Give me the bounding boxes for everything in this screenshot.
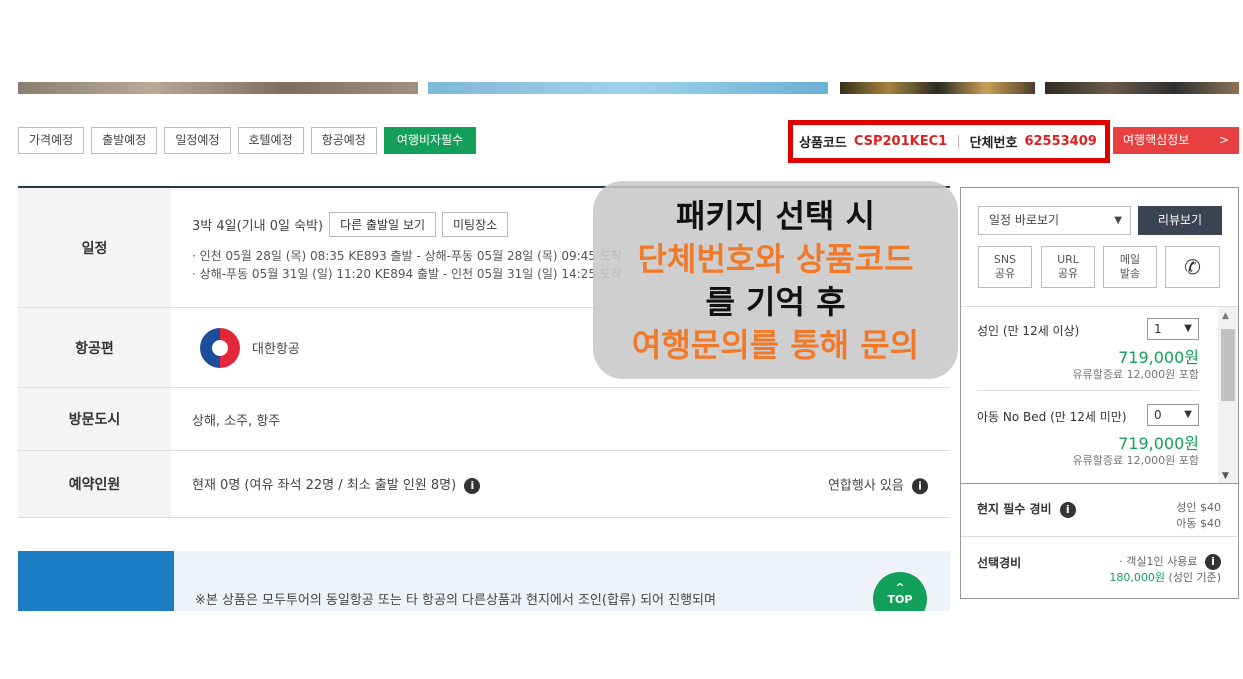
product-code-label: 상품코드 [799,136,847,151]
gallery-image[interactable] [18,82,418,94]
gallery-image[interactable] [840,82,1035,94]
joint-tour-note: 연합행사 있음 [827,478,904,494]
tab-visa-required[interactable]: 여행비자필수 [383,127,477,154]
booking-cell: 현재 0명 (여유 좌석 22명 / 최소 출발 인원 8명) i 연합행사 있… [171,451,950,517]
chevron-right-icon: > [1218,133,1229,147]
chevron-down-icon: ▼ [1184,323,1192,334]
notice-accent [18,551,174,611]
email-send-button[interactable]: 메일 발송 [1103,246,1157,288]
local-fee-label: 현지 필수 경비 [977,502,1052,516]
divider [977,390,1199,391]
info-icon[interactable]: i [912,477,928,494]
share-label: 공유 [1057,267,1079,280]
share-label: SNS [993,253,1017,266]
adult-label: 성인 (만 12세 이상) [977,324,1080,338]
schedule-select-value: 일정 바로보기 [989,213,1060,227]
child-price: 719,000원 [1118,434,1199,453]
cities-cell: 상해, 소주, 항주 [171,388,950,450]
share-label: 발송 [1119,267,1141,280]
scrollbar[interactable]: ▲ ▼ [1218,307,1238,483]
tab-price[interactable]: 가격예정 [18,127,85,154]
overlay-line: 패키지 선택 시 [676,197,875,235]
chevron-down-icon: ▼ [1114,215,1122,226]
child-label: 아동 No Bed (만 12세 미만) [977,410,1127,424]
adult-price: 719,000원 [1118,348,1199,367]
chevron-down-icon: ▼ [1184,409,1192,420]
trip-duration: 3박 4일(기내 0일 숙박) [192,219,324,234]
adult-qty-value: 1 [1154,322,1162,336]
scroll-up-icon[interactable]: ▲ [1222,311,1229,321]
child-qty-select[interactable]: 0 ▼ [1147,404,1199,426]
korean-air-logo [200,327,240,368]
adult-fuel-surcharge: 유류할증료 12,000원 포함 [1072,368,1199,381]
airline-name: 대한항공 [252,342,300,357]
info-icon[interactable]: i [464,477,481,494]
optional-fee-desc: · 객실1인 사용료 [1119,555,1198,568]
url-share-button[interactable]: URL 공유 [1041,246,1095,288]
phone-button[interactable]: ✆ [1165,246,1220,288]
meeting-place-button[interactable]: 미팅장소 [442,212,509,237]
divider [961,536,1238,537]
child-fuel-surcharge: 유류할증료 12,000원 포함 [1072,454,1199,467]
info-icon[interactable]: i [1205,554,1221,570]
annotation-overlay: 패키지 선택 시 단체번호와 상품코드 를 기억 후 여행문의를 통해 문의 [593,181,958,379]
notice-banner: ※본 상품은 모두투어의 동일항공 또는 타 항공의 다른상품과 현지에서 조인… [18,551,950,611]
notice-text: ※본 상품은 모두투어의 동일항공 또는 타 항공의 다른상품과 현지에서 조인… [195,593,716,608]
share-label: URL [1057,253,1079,266]
scrollbar-thumb[interactable] [1221,329,1235,401]
schedule-header: 일정 [18,188,171,307]
share-label: 공유 [994,267,1016,280]
share-label: 메일 [1119,253,1141,266]
gallery-image[interactable] [1045,82,1239,94]
overlay-line: 여행문의를 통해 문의 [631,326,920,364]
adult-qty-select[interactable]: 1 ▼ [1147,318,1199,340]
overlay-line: 단체번호와 상품코드 [637,240,914,278]
sns-share-button[interactable]: SNS 공유 [978,246,1032,288]
info-icon[interactable]: i [1059,501,1076,518]
child-qty-value: 0 [1154,408,1162,422]
tab-hotel[interactable]: 호텔예정 [237,127,304,154]
cities-header: 방문도시 [18,388,171,450]
product-code-value: CSP201KEC1 [853,134,948,149]
page: 가격예정 출발예정 일정예정 호텔예정 항공예정 여행비자필수 상품코드 CSP… [0,0,1243,679]
cities-value: 상해, 소주, 항주 [192,413,281,429]
top-label: TOP [887,593,913,606]
tab-flight[interactable]: 항공예정 [310,127,377,154]
phone-icon: ✆ [1184,255,1201,279]
table-row: 예약인원 현재 0명 (여유 좌석 22명 / 최소 출발 인원 8명) i 연… [18,451,950,518]
booking-side-panel: 일정 바로보기 ▼ 리뷰보기 SNS 공유 URL 공유 메일 발송 ✆ 성인 … [960,187,1239,599]
review-button[interactable]: 리뷰보기 [1138,206,1222,235]
booking-header: 예약인원 [18,451,171,517]
gallery-strip [18,82,1239,94]
optional-fee-note: (성인 기준) [1168,571,1221,584]
divider: | [956,134,961,149]
scroll-down-icon[interactable]: ▼ [1222,471,1229,481]
table-row: 방문도시 상해, 소주, 항주 [18,388,950,451]
product-code-box: 상품코드 CSP201KEC1 | 단체번호 62553409 [788,120,1110,163]
flight-header: 항공편 [18,308,171,387]
tab-itinerary[interactable]: 일정예정 [164,127,231,154]
schedule-select[interactable]: 일정 바로보기 ▼ [978,206,1131,235]
local-fee-adult: 성인 $40 [1176,501,1221,514]
group-number-value: 62553409 [1024,134,1097,149]
booking-value: 현재 0명 (여유 좌석 22명 / 최소 출발 인원 8명) [192,478,457,494]
local-fee-child: 아동 $40 [1176,517,1221,530]
travel-key-info-button[interactable]: 여행핵심정보 > [1113,127,1239,154]
optional-fee-price: 180,000원 [1109,571,1165,584]
gallery-image[interactable] [428,82,828,94]
page-bottom [0,611,1243,679]
other-dates-button[interactable]: 다른 출발일 보기 [329,212,436,237]
info-tabs: 가격예정 출발예정 일정예정 호텔예정 항공예정 여행비자필수 [18,127,477,154]
price-list: 성인 (만 12세 이상) 1 ▼ 719,000원 유류할증료 12,000원… [961,306,1238,484]
group-number-label: 단체번호 [969,136,1018,151]
tab-departure[interactable]: 출발예정 [91,127,158,154]
overlay-line: 를 기억 후 [705,283,846,321]
travel-key-info-label: 여행핵심정보 [1123,133,1190,147]
optional-fee-label: 선택경비 [977,556,1022,570]
